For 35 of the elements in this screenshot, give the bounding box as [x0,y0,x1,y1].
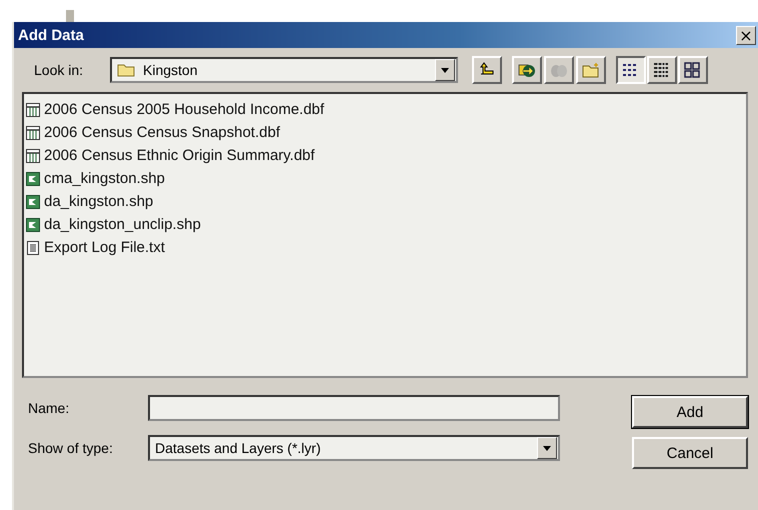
shapefile-icon [26,218,40,232]
file-item[interactable]: Export Log File.txt [26,236,169,259]
shapefile-icon [26,172,40,186]
name-label: Name: [28,400,70,416]
name-field[interactable] [148,395,560,421]
table-icon [26,148,40,162]
file-item[interactable]: da_kingston_unclip.shp [26,213,205,236]
thumbnails-view-icon [684,62,702,78]
file-item[interactable]: da_kingston.shp [26,190,158,213]
folder-up-button[interactable] [472,56,502,84]
file-type-dropdown[interactable]: Datasets and Layers (*.lyr) [148,435,560,461]
file-item[interactable]: 2006 Census 2005 Household Income.dbf [26,98,328,121]
look-in-label: Look in: [34,62,84,78]
file-type-label: Show of type: [28,440,114,456]
table-icon [26,126,40,140]
list-view-button[interactable] [616,56,646,84]
new-folder-icon [582,62,600,78]
globe-arrow-button[interactable] [512,56,542,84]
globe-arrow-icon [518,62,536,78]
close-button[interactable]: × [736,26,756,44]
window-title: Add Data [18,26,84,44]
thumbnails-view-button[interactable] [678,56,708,84]
file-item[interactable]: cma_kingston.shp [26,167,169,190]
table-icon [26,102,40,116]
add-button[interactable]: Add [632,396,748,428]
details-view-button[interactable] [647,56,677,84]
details-view-icon [653,62,671,78]
look-in-dropdown[interactable]: Kingston [110,57,458,83]
folder-icon [117,63,135,77]
cancel-button[interactable]: Cancel [632,437,748,469]
file-item[interactable]: 2006 Census Census Snapshot.dbf [26,121,284,144]
new-folder-button[interactable] [576,56,606,84]
shapefile-icon [26,194,40,208]
text-file-icon [26,240,40,254]
file-item[interactable]: 2006 Census Ethnic Origin Summary.dbf [26,144,319,167]
